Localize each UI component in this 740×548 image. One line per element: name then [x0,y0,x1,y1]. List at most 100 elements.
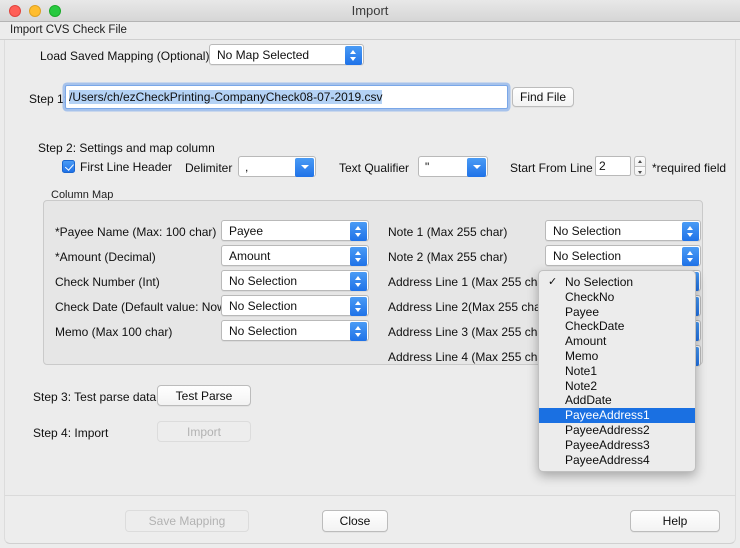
menu-item-note2[interactable]: Note2 [539,379,695,394]
chevron-updown-icon [345,46,362,65]
note2-value: No Selection [553,246,678,267]
delimiter-label: Delimiter [185,161,232,175]
step2-label: Step 2: Settings and map column [38,141,215,155]
note2-label: Note 2 (Max 255 char) [388,250,507,264]
first-line-header-label: First Line Header [80,160,172,174]
chevron-updown-icon [350,222,367,241]
find-file-button[interactable]: Find File [512,87,574,107]
close-button[interactable]: Close [322,510,388,532]
chevron-updown-icon [682,247,699,266]
file-path-text: /Users/ch/ezCheckPrinting-CompanyCheck08… [69,86,382,108]
start-from-line-label: Start From Line [510,161,593,175]
chevron-down-icon [467,158,486,177]
check-number-select[interactable]: No Selection [221,270,369,291]
payee-name-select[interactable]: Payee [221,220,369,241]
menu-item-label: PayeeAddress3 [565,438,650,452]
step3-label: Step 3: Test parse data [33,390,156,404]
tab-import-cvs-check-file[interactable]: Import CVS Check File [10,24,127,36]
menu-item-payeeaddress4[interactable]: PayeeAddress4 [539,453,695,468]
menu-item-payeeaddress1[interactable]: PayeeAddress1 [539,408,695,423]
start-from-line-input[interactable]: 2 [595,156,631,176]
menu-item-label: PayeeAddress2 [565,423,650,437]
step4-label: Step 4: Import [33,426,108,440]
menu-item-payee[interactable]: Payee [539,305,695,320]
menu-item-label: CheckNo [565,290,614,304]
delimiter-select[interactable]: , [238,156,316,177]
menu-item-payeeaddress2[interactable]: PayeeAddress2 [539,423,695,438]
amount-label: *Amount (Decimal) [55,250,156,264]
stepper-up-icon[interactable] [634,156,646,166]
import-button[interactable]: Import [157,421,251,442]
address-line2-label: Address Line 2(Max 255 char) [388,300,549,314]
load-mapping-value: No Map Selected [217,45,341,66]
note1-select[interactable]: No Selection [545,220,701,241]
memo-select[interactable]: No Selection [221,320,369,341]
menu-item-checkno[interactable]: CheckNo [539,290,695,305]
check-number-label: Check Number (Int) [55,275,160,289]
required-field-note: *required field [652,161,726,175]
load-mapping-select[interactable]: No Map Selected [209,44,364,65]
payee-name-label: *Payee Name (Max: 100 char) [55,225,216,239]
note2-select[interactable]: No Selection [545,245,701,266]
address-line4-label: Address Line 4 (Max 255 char) [388,350,552,364]
check-number-value: No Selection [229,271,346,292]
menu-item-label: Payee [565,305,599,319]
text-qualifier-label: Text Qualifier [339,161,409,175]
menu-item-label: PayeeAddress4 [565,453,650,467]
text-qualifier-value: " [425,157,465,178]
tab-strip: Import CVS Check File [0,22,740,40]
delimiter-value: , [245,157,293,178]
window-title: Import [0,0,740,22]
menu-item-label: No Selection [565,275,633,289]
menu-item-amount[interactable]: Amount [539,334,695,349]
menu-item-adddate[interactable]: AddDate [539,393,695,408]
check-date-select[interactable]: No Selection [221,295,369,316]
help-button[interactable]: Help [630,510,720,532]
save-mapping-button[interactable]: Save Mapping [125,510,249,532]
payee-name-value: Payee [229,221,346,242]
title-bar: Import [0,0,740,22]
menu-item-label: Note1 [565,364,597,378]
menu-item-payeeaddress3[interactable]: PayeeAddress3 [539,438,695,453]
checkmark-icon: ✓ [548,275,557,290]
address-line1-label: Address Line 1 (Max 255 char) [388,275,552,289]
note1-label: Note 1 (Max 255 char) [388,225,507,239]
menu-item-label: PayeeAddress1 [565,408,650,422]
amount-select[interactable]: Amount [221,245,369,266]
import-window: Import Import CVS Check File Load Saved … [0,0,740,548]
column-map-dropdown-menu[interactable]: ✓ No Selection CheckNo Payee CheckDate A… [538,270,696,472]
memo-value: No Selection [229,321,346,342]
chevron-updown-icon [682,222,699,241]
amount-value: Amount [229,246,346,267]
first-line-header-checkbox[interactable] [62,160,75,173]
chevron-down-icon [295,158,314,177]
menu-item-no-selection[interactable]: ✓ No Selection [539,275,695,290]
menu-item-label: Note2 [565,379,597,393]
menu-item-label: AddDate [565,393,612,407]
file-path-input[interactable]: /Users/ch/ezCheckPrinting-CompanyCheck08… [65,85,508,109]
stepper-down-icon[interactable] [634,166,646,176]
check-date-value: No Selection [229,296,346,317]
menu-item-checkdate[interactable]: CheckDate [539,319,695,334]
menu-item-label: Amount [565,334,606,348]
menu-item-label: Memo [565,349,598,363]
dialog-footer: Save Mapping Close Help [4,495,736,544]
menu-item-note1[interactable]: Note1 [539,364,695,379]
chevron-updown-icon [350,297,367,316]
main-panel: Load Saved Mapping (Optional): No Map Se… [4,40,736,495]
text-qualifier-select[interactable]: " [418,156,488,177]
test-parse-button[interactable]: Test Parse [157,385,251,406]
step1-label: Step 1: [29,92,67,106]
chevron-updown-icon [350,322,367,341]
start-from-line-value: 2 [599,157,606,175]
address-line3-label: Address Line 3 (Max 255 char) [388,325,552,339]
file-path-value: /Users/ch/ezCheckPrinting-CompanyCheck08… [69,90,382,104]
chevron-updown-icon [350,272,367,291]
start-from-line-stepper[interactable] [634,156,646,176]
note1-value: No Selection [553,221,678,242]
chevron-updown-icon [350,247,367,266]
menu-item-memo[interactable]: Memo [539,349,695,364]
load-mapping-label: Load Saved Mapping (Optional): [40,49,213,63]
check-date-label: Check Date (Default value: Now) [55,300,230,314]
memo-label: Memo (Max 100 char) [55,325,172,339]
